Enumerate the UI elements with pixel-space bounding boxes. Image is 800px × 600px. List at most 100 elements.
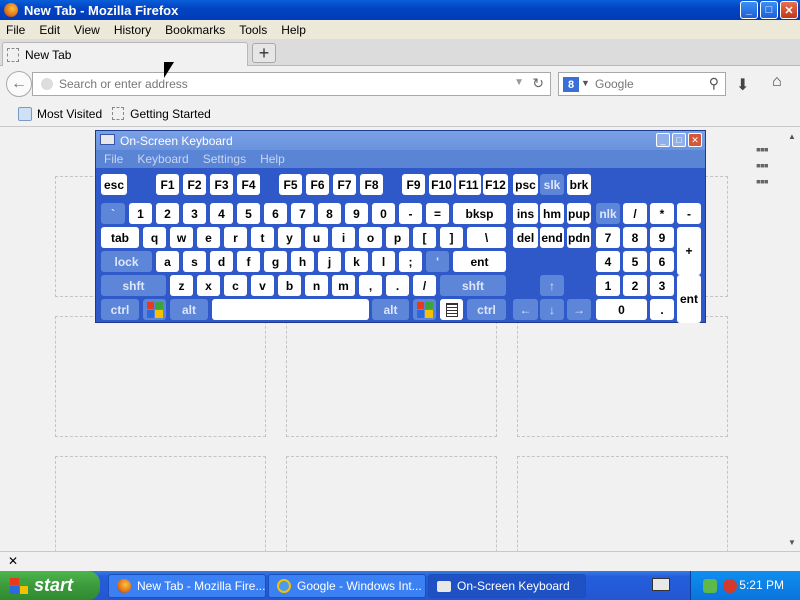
key-f8[interactable]: F8	[360, 174, 383, 195]
key-num-enter[interactable]: ent	[677, 275, 701, 323]
key-backslash[interactable]: \	[467, 227, 506, 248]
key-pgdn[interactable]: pdn	[567, 227, 591, 248]
engine-dropdown-icon[interactable]: ▼	[581, 78, 590, 88]
tile[interactable]	[517, 316, 728, 437]
key-f5[interactable]: F5	[279, 174, 302, 195]
osk-maximize-button[interactable]: □	[672, 133, 686, 147]
key-r[interactable]: r	[224, 227, 247, 248]
taskbar-item-firefox[interactable]: New Tab - Mozilla Fire...	[108, 574, 266, 598]
key-e[interactable]: e	[197, 227, 220, 248]
key-f3[interactable]: F3	[210, 174, 233, 195]
key-f1[interactable]: F1	[156, 174, 179, 195]
key-q[interactable]: q	[143, 227, 166, 248]
key-f4[interactable]: F4	[237, 174, 260, 195]
key-num-2[interactable]: 2	[623, 275, 647, 296]
key-left-ctrl[interactable]: ctrl	[101, 299, 139, 320]
key-0[interactable]: 0	[372, 203, 395, 224]
key-brk[interactable]: brk	[567, 174, 591, 195]
key-down-arrow[interactable]: ↓	[540, 299, 564, 320]
key-k[interactable]: k	[345, 251, 368, 272]
key-left-alt[interactable]: alt	[170, 299, 208, 320]
key-9[interactable]: 9	[345, 203, 368, 224]
key-numlock[interactable]: nlk	[596, 203, 620, 224]
key-num-dot[interactable]: .	[650, 299, 674, 320]
google-engine-icon[interactable]: 8	[563, 77, 579, 92]
key-f10[interactable]: F10	[429, 174, 454, 195]
key-num-4[interactable]: 4	[596, 251, 620, 272]
key-num-slash[interactable]: /	[623, 203, 647, 224]
scroll-down-icon[interactable]: ▼	[788, 538, 796, 547]
key-right-bracket[interactable]: ]	[440, 227, 463, 248]
menu-bookmarks[interactable]: Bookmarks	[159, 23, 233, 37]
key-right-alt[interactable]: alt	[372, 299, 409, 320]
key-right-arrow[interactable]: →	[567, 299, 591, 320]
key-quote[interactable]: '	[426, 251, 449, 272]
osk-menu-keyboard[interactable]: Keyboard	[137, 152, 188, 166]
close-icon[interactable]: ✕	[8, 554, 18, 568]
language-bar-keyboard-icon[interactable]	[652, 578, 670, 591]
key-end[interactable]: end	[540, 227, 564, 248]
key-w[interactable]: w	[170, 227, 193, 248]
key-u[interactable]: u	[305, 227, 328, 248]
key-l[interactable]: l	[372, 251, 395, 272]
key-comma[interactable]: ,	[359, 275, 382, 296]
key-left-shift[interactable]: shft	[101, 275, 166, 296]
key-num-1[interactable]: 1	[596, 275, 620, 296]
osk-menu-help[interactable]: Help	[260, 152, 285, 166]
key-minus[interactable]: -	[399, 203, 422, 224]
key-d[interactable]: d	[210, 251, 233, 272]
key-5[interactable]: 5	[237, 203, 260, 224]
key-f12[interactable]: F12	[483, 174, 508, 195]
key-num-9[interactable]: 9	[650, 227, 674, 248]
back-button[interactable]: ←	[6, 71, 32, 97]
key-slash[interactable]: /	[413, 275, 436, 296]
taskbar-item-osk[interactable]: On-Screen Keyboard	[428, 574, 586, 598]
key-f9[interactable]: F9	[402, 174, 425, 195]
key-del[interactable]: del	[513, 227, 538, 248]
downloads-icon[interactable]: ⬇	[736, 75, 749, 95]
key-num-5[interactable]: 5	[623, 251, 647, 272]
key-f[interactable]: f	[237, 251, 260, 272]
key-n[interactable]: n	[305, 275, 328, 296]
osk-menu-settings[interactable]: Settings	[203, 152, 246, 166]
key-tab[interactable]: tab	[101, 227, 139, 248]
key-equals[interactable]: =	[426, 203, 449, 224]
home-icon[interactable]: ⌂	[772, 73, 782, 91]
key-left-bracket[interactable]: [	[413, 227, 436, 248]
menu-file[interactable]: File	[0, 23, 33, 37]
key-o[interactable]: o	[359, 227, 382, 248]
key-esc[interactable]: esc	[101, 174, 127, 195]
key-p[interactable]: p	[386, 227, 409, 248]
key-i[interactable]: i	[332, 227, 355, 248]
key-6[interactable]: 6	[264, 203, 287, 224]
tile[interactable]	[55, 316, 266, 437]
osk-menu-file[interactable]: File	[104, 152, 123, 166]
key-slk[interactable]: slk	[540, 174, 564, 195]
key-left-arrow[interactable]: ←	[513, 299, 538, 320]
tile[interactable]	[286, 316, 497, 437]
key-a[interactable]: a	[156, 251, 179, 272]
key-backtick[interactable]: `	[101, 203, 125, 224]
url-bar[interactable]: Search or enter address ▼ ↻	[32, 72, 551, 96]
key-pgup[interactable]: pup	[567, 203, 591, 224]
osk-close-button[interactable]: ✕	[688, 133, 702, 147]
bookmark-most-visited[interactable]: Most Visited	[18, 106, 102, 121]
key-right-ctrl[interactable]: ctrl	[467, 299, 506, 320]
key-enter[interactable]: ent	[453, 251, 506, 272]
key-f2[interactable]: F2	[183, 174, 206, 195]
menu-edit[interactable]: Edit	[33, 23, 68, 37]
clock[interactable]: 5:21 PM	[739, 578, 784, 592]
minimize-button[interactable]: _	[740, 1, 758, 19]
key-home[interactable]: hm	[540, 203, 564, 224]
taskbar-item-ie[interactable]: Google - Windows Int...	[268, 574, 426, 598]
key-1[interactable]: 1	[129, 203, 152, 224]
key-space[interactable]	[212, 299, 369, 320]
key-backspace[interactable]: bksp	[453, 203, 506, 224]
key-z[interactable]: z	[170, 275, 193, 296]
vertical-scrollbar[interactable]: ▲ ▼	[785, 128, 800, 551]
key-semicolon[interactable]: ;	[399, 251, 422, 272]
scroll-up-icon[interactable]: ▲	[788, 132, 796, 141]
key-num-plus[interactable]: +	[677, 227, 701, 275]
key-s[interactable]: s	[183, 251, 206, 272]
key-8[interactable]: 8	[318, 203, 341, 224]
